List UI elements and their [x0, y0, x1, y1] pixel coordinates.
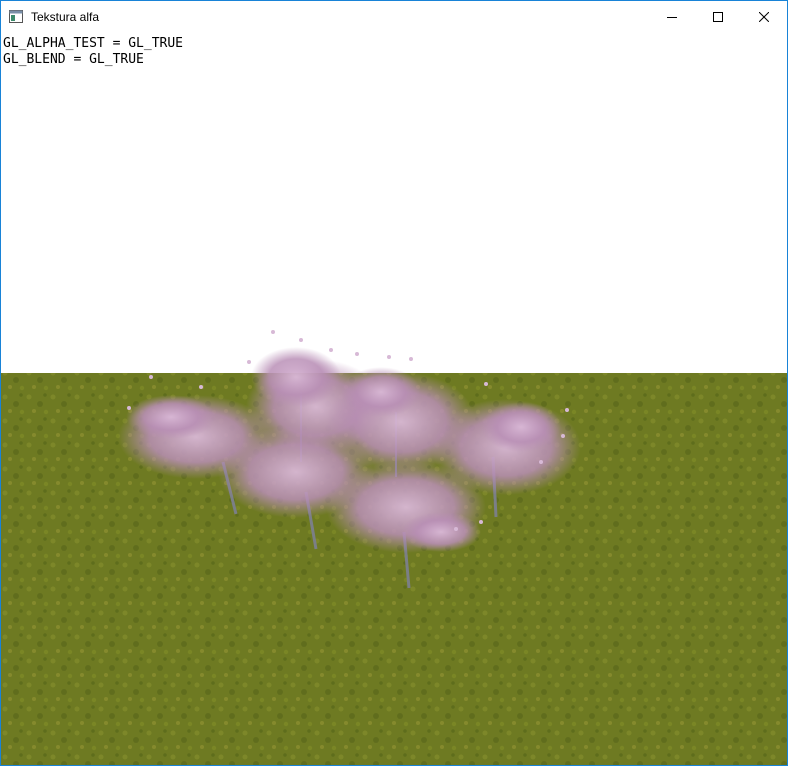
maximize-button[interactable]: [695, 1, 741, 32]
window-title: Tekstura alfa: [31, 9, 100, 24]
title-bar[interactable]: Tekstura alfa: [1, 1, 787, 32]
tree-scene: [1, 330, 787, 765]
gl-state-overlay: GL_ALPHA_TEST = GL_TRUE GL_BLEND = GL_TRU…: [3, 36, 183, 68]
close-icon: [759, 11, 769, 22]
minimize-button[interactable]: [649, 1, 695, 32]
maximize-icon: [713, 11, 723, 22]
minimize-icon: [667, 16, 677, 18]
close-button[interactable]: [741, 1, 787, 32]
gl-viewport[interactable]: GL_ALPHA_TEST = GL_TRUE GL_BLEND = GL_TRU…: [1, 32, 787, 765]
window-controls: [649, 1, 787, 32]
alpha-test-line: GL_ALPHA_TEST = GL_TRUE: [3, 36, 184, 51]
window-app-icon[interactable]: [8, 9, 24, 25]
blend-line: GL_BLEND = GL_TRUE: [3, 52, 144, 67]
app-window: Tekstura alfa GL_ALPHA_TEST = GL_TRUE GL…: [0, 0, 788, 766]
